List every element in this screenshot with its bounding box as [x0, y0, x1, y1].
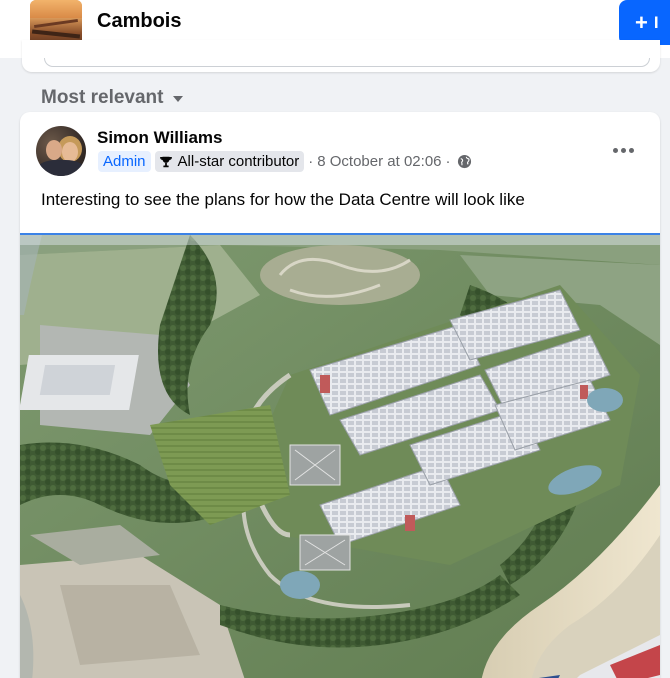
invite-button-label: I: [653, 12, 659, 32]
meta-separator: ·: [308, 153, 314, 170]
globe-icon: [457, 154, 471, 169]
sort-selector[interactable]: Most relevant: [41, 87, 184, 109]
caret-down-icon: [173, 96, 184, 102]
post-photo[interactable]: [20, 235, 660, 678]
author-avatar[interactable]: [36, 126, 86, 176]
post-options-button[interactable]: [608, 140, 638, 160]
meta-separator-2: ·: [445, 153, 451, 170]
post-timestamp[interactable]: 8 October at 02:06: [317, 153, 441, 170]
plus-icon: +: [635, 9, 648, 35]
aerial-render-photo: [20, 235, 660, 678]
sort-label: Most relevant: [41, 87, 164, 108]
post-card: Simon Williams Admin All-star contributo…: [20, 112, 660, 678]
group-name[interactable]: Cambois: [97, 10, 181, 33]
contributor-badge-label: All-star contributor: [177, 153, 300, 170]
post-text: Interesting to see the plans for how the…: [41, 190, 525, 209]
author-name[interactable]: Simon Williams: [97, 128, 222, 148]
post-meta: Admin All-star contributor · 8 October a…: [98, 151, 472, 172]
more-horizontal-icon: [612, 147, 618, 153]
composer-card: [22, 40, 660, 72]
trophy-icon: [159, 156, 172, 167]
admin-badge[interactable]: Admin: [98, 151, 151, 172]
contributor-badge[interactable]: All-star contributor: [154, 151, 305, 172]
invite-button[interactable]: + I: [619, 0, 670, 45]
composer-card-bottom: [44, 58, 650, 67]
